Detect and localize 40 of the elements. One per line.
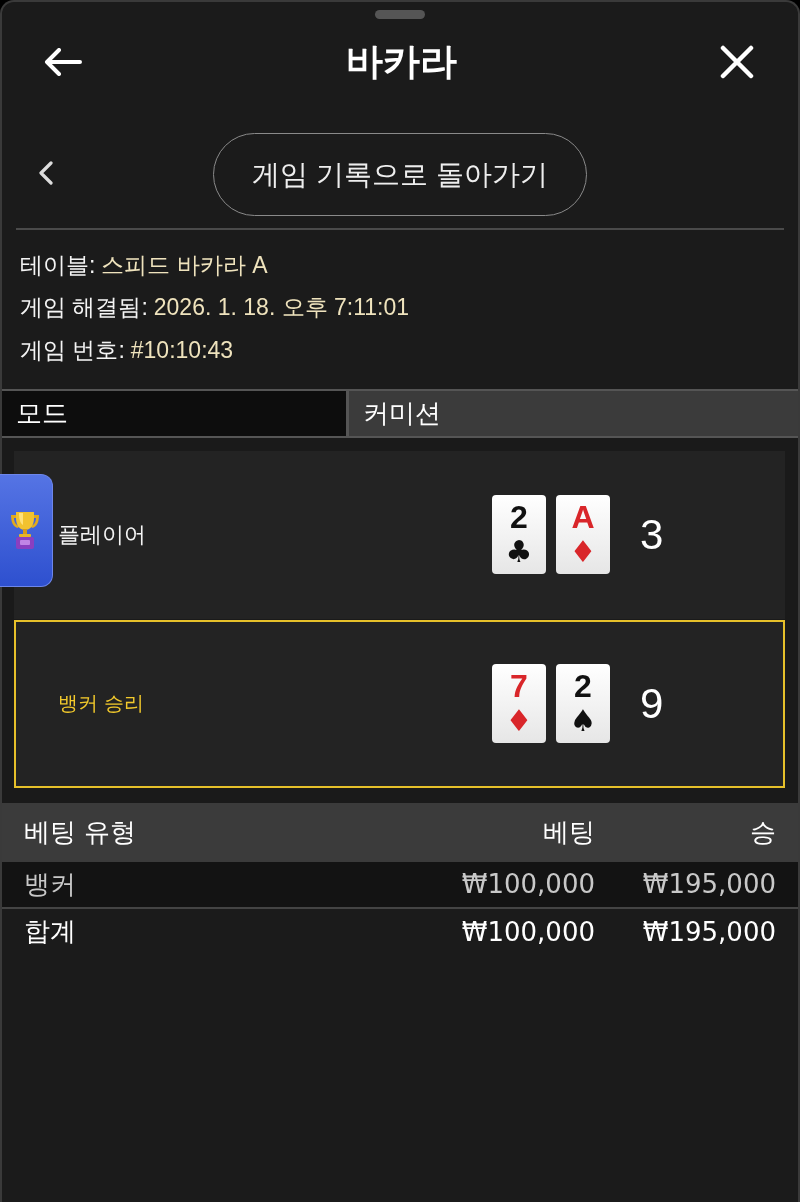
- chevron-left-icon: [38, 161, 54, 185]
- total-cell-text: ₩195,000: [641, 916, 776, 947]
- table-header: 베팅: [542, 815, 595, 849]
- hand-label: 뱅커 승리: [58, 691, 144, 716]
- close-icon: [720, 45, 754, 79]
- table-cell-text: ₩195,000: [641, 869, 776, 899]
- total-cell-text: 합계: [24, 915, 77, 948]
- previous-button[interactable]: [38, 161, 54, 185]
- sheet-title: 바카라: [345, 40, 457, 84]
- info-label: 게임 번호:: [20, 335, 125, 365]
- info-value: #10:10:43: [130, 336, 234, 364]
- back-arrow-icon: [44, 48, 82, 76]
- card-suit: ♦: [505, 704, 533, 738]
- back-button[interactable]: [44, 48, 82, 76]
- hand-score: 9: [640, 679, 665, 728]
- trophy-badge-button[interactable]: [0, 473, 53, 587]
- card-rank: 2: [510, 499, 528, 535]
- card-suit: ♣: [505, 535, 533, 569]
- mode-label: 모드: [2, 390, 346, 436]
- card-suit: ♠: [569, 704, 597, 738]
- info-value: 스피드 바카라 A: [101, 250, 268, 280]
- info-label: 게임 해결됨:: [20, 293, 148, 323]
- mode-value: 커미션: [349, 390, 798, 436]
- back-to-history-button[interactable]: 게임 기록으로 돌아가기: [213, 133, 587, 216]
- close-button[interactable]: [720, 45, 754, 79]
- table-cell-text: ₩100,000: [460, 869, 595, 899]
- trophy-icon: [8, 510, 42, 550]
- card-rank: 7: [510, 668, 528, 704]
- drag-handle[interactable]: [375, 10, 425, 19]
- card-rank: A: [571, 499, 595, 535]
- info-label: 테이블:: [20, 250, 96, 280]
- total-cell-text: ₩100,000: [460, 916, 595, 947]
- hand-label: 플레이어: [58, 520, 146, 549]
- card-rank: 2: [574, 668, 592, 704]
- hand-score: 3: [640, 510, 665, 559]
- table-header: 승: [749, 815, 776, 849]
- card-suit: ♦: [569, 535, 597, 569]
- table-header: 베팅 유형: [24, 815, 138, 849]
- table-cell-text: 뱅커: [24, 867, 77, 901]
- info-value: 2026. 1. 18. 오후 7:11:01: [153, 293, 410, 323]
